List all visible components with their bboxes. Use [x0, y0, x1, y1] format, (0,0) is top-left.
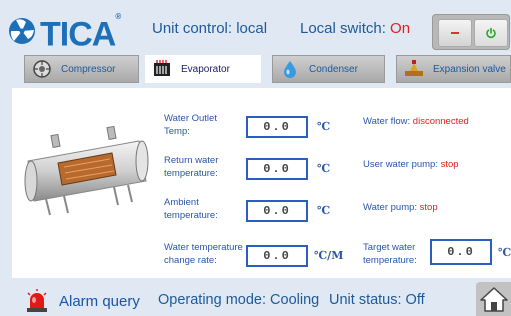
target-water-temp-label: Target water temperature:: [363, 242, 417, 266]
water-flow-label: Water flow:: [363, 116, 413, 127]
alarm-query-button[interactable]: Alarm query: [25, 289, 140, 313]
local-switch-status: Local switch: On: [300, 20, 410, 37]
home-icon: [479, 287, 508, 312]
local-switch-label: Local switch:: [300, 20, 391, 37]
alarm-light-icon: [27, 289, 47, 312]
tab-label: Condenser: [309, 63, 358, 75]
water-outlet-temp-unit: ℃: [317, 120, 331, 133]
tab-condenser[interactable]: Condenser: [272, 55, 385, 83]
user-water-pump-value: stop: [440, 159, 459, 170]
water-pump-label: Water pump:: [363, 202, 420, 213]
switch-on-button[interactable]: [474, 19, 508, 47]
tab-label: Evaporator: [181, 63, 230, 75]
water-temp-change-rate-unit: ℃/M: [314, 249, 344, 262]
tab-label: Compressor: [61, 63, 116, 75]
logo-fan-icon: [9, 18, 35, 44]
return-water-temp-unit: ℃: [317, 162, 331, 175]
water-flow-value: disconnected: [412, 116, 469, 127]
unit-control-text: Unit control: local: [152, 20, 268, 37]
tab-evaporator[interactable]: Evaporator: [145, 55, 261, 83]
tab-compressor[interactable]: Compressor: [24, 55, 139, 83]
water-flow-status: Water flow: disconnected: [363, 116, 469, 127]
water-outlet-temp-label: Water Outlet Temp:: [164, 113, 217, 137]
home-button[interactable]: [476, 282, 511, 316]
ambient-temp-label: Ambient temperature:: [164, 197, 218, 221]
power-icon: [486, 27, 496, 39]
ambient-temp-value: 0.0: [246, 200, 308, 222]
user-water-pump-status: User water pump: stop: [363, 159, 459, 170]
tab-expansion-valve[interactable]: Expansion valve: [396, 55, 511, 83]
water-temp-change-rate-value: 0.0: [246, 245, 308, 267]
tica-logo: TICA®: [8, 10, 128, 54]
local-switch-value: On: [390, 20, 411, 37]
return-water-temp-value: 0.0: [246, 158, 308, 180]
water-pump-value: stop: [419, 202, 438, 213]
minus-icon: [451, 32, 459, 34]
target-water-temp-value[interactable]: 0.0: [430, 239, 492, 265]
unit-status-text: Unit status: Off: [329, 292, 425, 308]
valve-icon: [403, 58, 425, 80]
ambient-temp-unit: ℃: [317, 204, 331, 217]
compressor-icon: [31, 58, 53, 80]
logo-text: TICA: [40, 15, 116, 54]
droplet-icon: [279, 58, 301, 80]
user-water-pump-label: User water pump:: [363, 159, 441, 170]
alarm-query-label: Alarm query: [59, 292, 140, 310]
local-switch-toggle[interactable]: [432, 14, 510, 50]
water-outlet-temp-value: 0.0: [246, 116, 308, 138]
evaporator-illustration: [24, 125, 149, 216]
evaporator-icon: [151, 58, 173, 80]
operating-mode-text: Operating mode: Cooling: [158, 292, 320, 308]
target-water-temp-unit: ℃: [498, 246, 511, 259]
return-water-temp-label: Return water temperature:: [164, 155, 219, 179]
tab-label: Expansion valve: [433, 63, 506, 75]
water-temp-change-rate-label: Water temperature change rate:: [164, 242, 243, 266]
water-pump-status: Water pump: stop: [363, 202, 438, 213]
switch-off-button[interactable]: [438, 19, 472, 47]
evaporator-panel: Water Outlet Temp: 0.0 ℃ Return water te…: [12, 88, 511, 278]
